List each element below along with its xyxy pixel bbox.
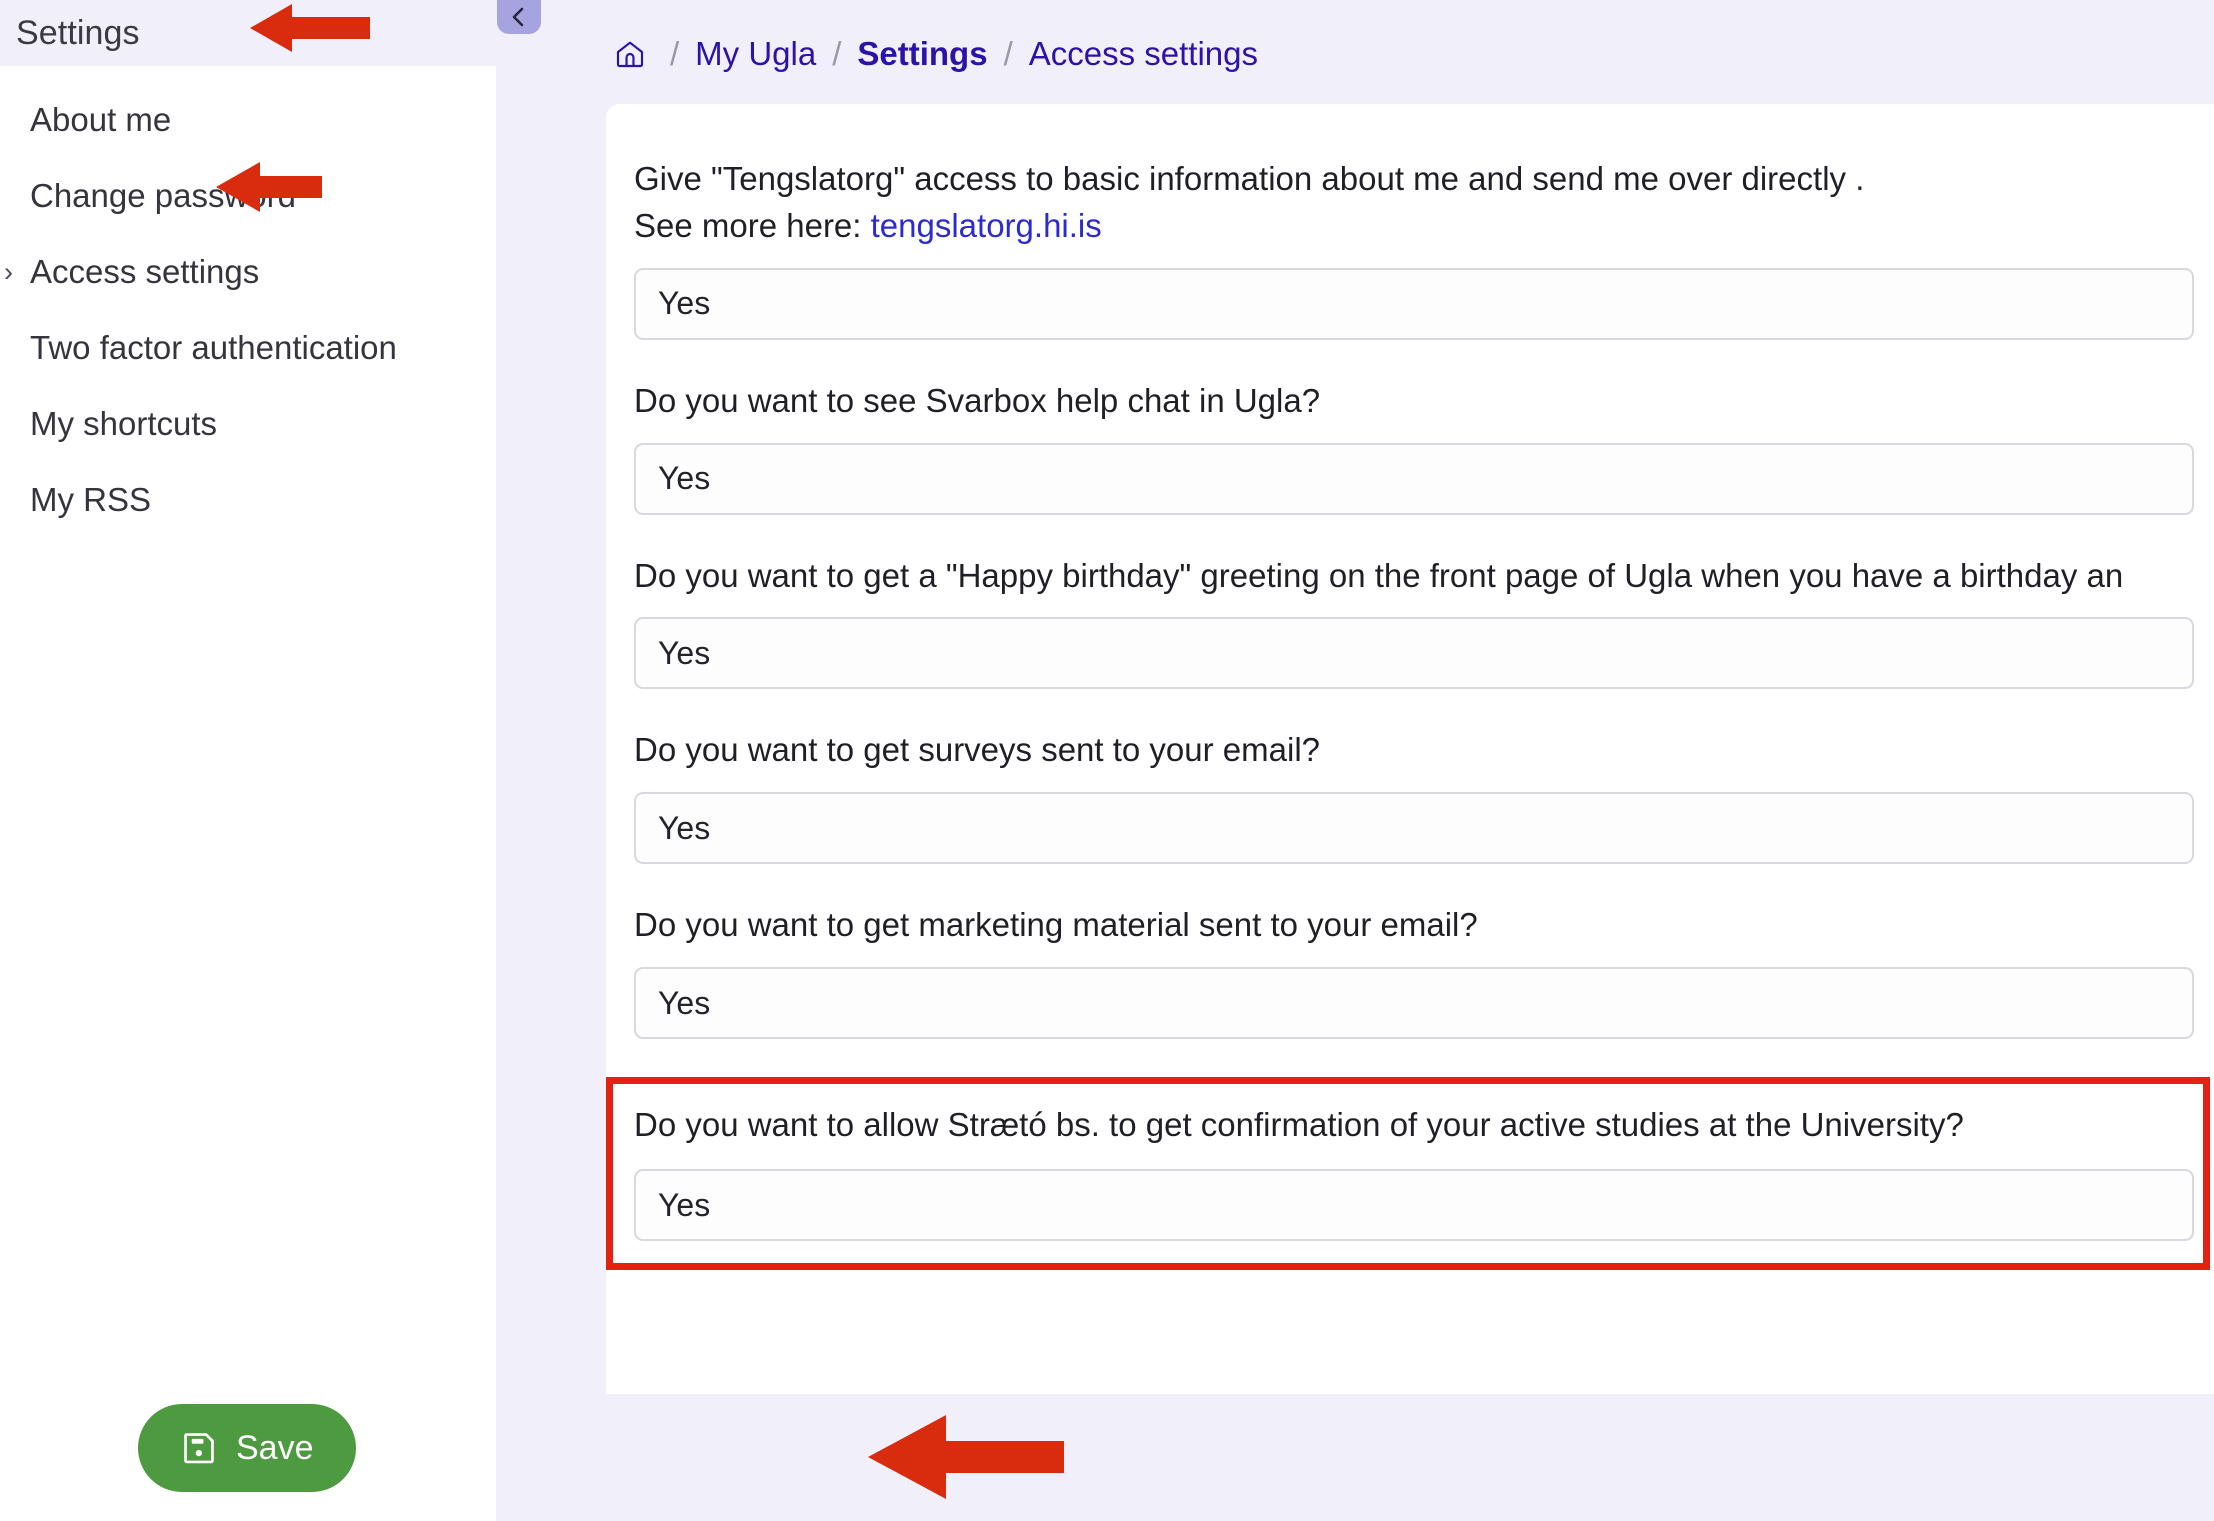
select-tengslatorg-access[interactable]: Yes	[634, 267, 2194, 340]
sidebar-item-label: My RSS	[30, 481, 152, 518]
save-row: Save	[138, 1404, 356, 1492]
select-value: Yes	[658, 809, 711, 846]
chevron-left-icon	[507, 4, 531, 30]
sidebar-header: Settings	[0, 0, 496, 66]
chevron-right-icon: ›	[4, 256, 13, 287]
field-tengslatorg-access: Give "Tengslatorg" access to basic infor…	[606, 156, 2214, 340]
save-floppy-icon	[180, 1429, 218, 1467]
sidebar-item-my-rss[interactable]: › My RSS	[0, 462, 496, 538]
sidebar-title: Settings	[16, 13, 140, 52]
breadcrumb: / My Ugla / Settings / Access settings	[496, 0, 2214, 108]
field-straeto-confirmation: Do you want to allow Strætó bs. to get c…	[606, 1077, 2210, 1271]
select-value: Yes	[658, 634, 711, 671]
sidebar-item-access-settings[interactable]: › Access settings	[0, 234, 496, 310]
sidebar-item-label: Two factor authentication	[30, 329, 397, 366]
field-birthday-greeting: Do you want to get a "Happy birthday" gr…	[606, 553, 2214, 690]
save-button-label: Save	[236, 1428, 314, 1467]
see-more-text: See more here:	[634, 206, 871, 244]
save-button[interactable]: Save	[138, 1404, 356, 1492]
sidebar-item-my-shortcuts[interactable]: › My shortcuts	[0, 386, 496, 462]
field-label: Do you want to see Svarbox help chat in …	[634, 381, 1321, 419]
access-settings-card: Give "Tengslatorg" access to basic infor…	[606, 104, 2214, 1394]
breadcrumb-separator: /	[832, 35, 842, 72]
select-straeto-confirmation[interactable]: Yes	[634, 1169, 2194, 1242]
main-region: / My Ugla / Settings / Access settings G…	[496, 0, 2214, 1521]
breadcrumb-separator: /	[670, 35, 680, 72]
select-value: Yes	[658, 460, 711, 497]
field-label: Do you want to allow Strætó bs. to get c…	[634, 1106, 1964, 1144]
field-label-line-2: See more here: tengslatorg.hi.is	[634, 203, 2214, 250]
select-surveys-email[interactable]: Yes	[634, 792, 2194, 865]
select-svarbox-chat[interactable]: Yes	[634, 442, 2194, 515]
sidebar-item-change-password[interactable]: › Change password	[0, 158, 496, 234]
select-value: Yes	[658, 285, 711, 322]
field-label: Do you want to get a "Happy birthday" gr…	[634, 556, 2124, 594]
home-icon[interactable]	[614, 38, 646, 70]
select-value: Yes	[658, 1186, 711, 1223]
field-label-line-1: Give "Tengslatorg" access to basic infor…	[634, 160, 1865, 197]
sidebar-collapse-button[interactable]	[497, 0, 541, 34]
sidebar-item-label: My shortcuts	[30, 405, 218, 442]
breadcrumb-separator: /	[1003, 35, 1013, 72]
field-surveys-email: Do you want to get surveys sent to your …	[606, 727, 2214, 865]
field-marketing-email: Do you want to get marketing material se…	[606, 902, 2214, 1040]
field-label: Do you want to get marketing material se…	[634, 906, 1478, 944]
sidebar-item-about-me[interactable]: › About me	[0, 82, 496, 158]
select-birthday-greeting[interactable]: Yes	[634, 617, 2194, 690]
sidebar-item-label: About me	[30, 101, 172, 138]
breadcrumb-item-settings[interactable]: Settings	[857, 35, 987, 73]
sidebar-item-label: Change password	[30, 177, 296, 214]
sidebar-item-two-factor-authentication[interactable]: › Two factor authentication	[0, 310, 496, 386]
app-root: Settings › About me › Change password › …	[0, 0, 2214, 1521]
sidebar-nav-list: › About me › Change password › Access se…	[0, 66, 496, 538]
field-label: Give "Tengslatorg" access to basic infor…	[634, 156, 2214, 250]
select-marketing-email[interactable]: Yes	[634, 967, 2194, 1040]
select-value: Yes	[658, 984, 711, 1021]
sidebar-item-label: Access settings	[30, 253, 260, 290]
field-label: Do you want to get surveys sent to your …	[634, 731, 1321, 769]
field-svarbox-chat: Do you want to see Svarbox help chat in …	[606, 378, 2214, 515]
breadcrumb-item-access-settings[interactable]: Access settings	[1029, 35, 1258, 73]
settings-sidebar: Settings › About me › Change password › …	[0, 0, 496, 1521]
breadcrumb-item-my-ugla[interactable]: My Ugla	[695, 35, 816, 73]
tengslatorg-link[interactable]: tengslatorg.hi.is	[871, 207, 1102, 244]
